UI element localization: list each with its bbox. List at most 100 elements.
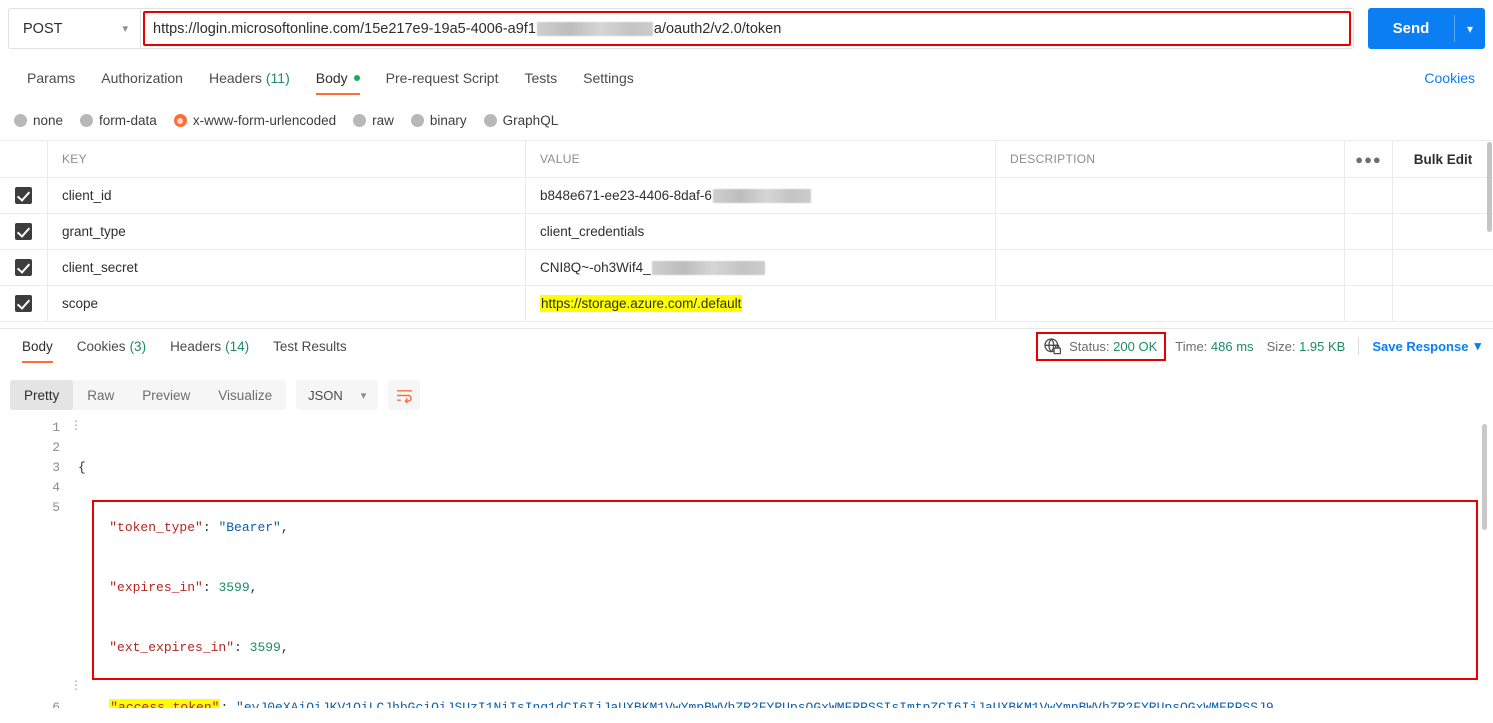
radio-binary-icon xyxy=(410,114,424,127)
radio-form-data[interactable]: form-data xyxy=(80,113,157,128)
viewer-mode-visualize[interactable]: Visualize xyxy=(204,380,286,410)
url-input[interactable]: https://login.microsoftonline.com/15e217… xyxy=(140,8,1354,49)
save-response-button[interactable]: Save Response ▾ xyxy=(1372,338,1481,354)
row-bulk-spacer xyxy=(1393,214,1493,249)
row-key[interactable]: client_id xyxy=(48,178,526,213)
row-key[interactable]: client_secret xyxy=(48,250,526,285)
size-label: Size: xyxy=(1266,338,1296,354)
row-description[interactable] xyxy=(996,286,1345,321)
viewer-mode-preview[interactable]: Preview xyxy=(128,380,204,410)
radio-none-icon xyxy=(14,114,27,127)
viewer-mode-raw[interactable]: Raw xyxy=(73,380,128,410)
row-key[interactable]: grant_type xyxy=(48,214,526,249)
wrap-lines-icon xyxy=(396,389,412,403)
tab-body[interactable]: Body xyxy=(303,57,373,98)
send-button[interactable]: Send ▾ xyxy=(1368,8,1485,49)
response-tab-cookies[interactable]: Cookies (3) xyxy=(65,329,158,365)
table-row[interactable]: client_id b848e671-ee23-4406-8daf-6 xyxy=(0,177,1493,214)
table-row[interactable]: scope https://storage.azure.com/.default xyxy=(0,285,1493,322)
radio-x-www-form-urlencoded[interactable]: x-www-form-urlencoded xyxy=(173,113,336,128)
table-header-row: KEY VALUE DESCRIPTION ●●● Bulk Edit xyxy=(0,140,1493,178)
header-value: VALUE xyxy=(526,141,996,177)
response-tab-cookies-count: (3) xyxy=(129,339,147,354)
code-scrollbar[interactable] xyxy=(1482,424,1487,530)
cookies-link[interactable]: Cookies xyxy=(1424,57,1475,98)
url-prefix: https://login.microsoftonline.com/15e217… xyxy=(153,20,536,37)
json-key-expires-in: "expires_in" xyxy=(109,580,203,595)
row-options-spacer xyxy=(1345,286,1393,321)
json-value-access-token-part: "eyJ0eXAiOiJKV1QiLCJhbGciOiJSUzI1NiIsIng… xyxy=(236,700,1282,708)
line-number: 3 xyxy=(52,460,60,475)
table-row[interactable]: grant_type client_credentials xyxy=(0,213,1493,250)
status-label: Status: xyxy=(1069,338,1110,354)
row-options-spacer xyxy=(1345,178,1393,213)
request-tabs: Params Authorization Headers (11) Body Pr… xyxy=(0,57,1493,98)
tab-tests[interactable]: Tests xyxy=(511,57,570,98)
response-body-code[interactable]: 1 2 3 4 5 6 { "token_type": "Bearer", "e… xyxy=(0,418,1493,708)
row-description[interactable] xyxy=(996,214,1345,249)
row-description[interactable] xyxy=(996,250,1345,285)
table-scrollbar[interactable] xyxy=(1487,142,1492,232)
row-bulk-spacer xyxy=(1393,178,1493,213)
tab-authorization[interactable]: Authorization xyxy=(88,57,196,98)
colon: : xyxy=(234,640,250,655)
json-value-ext-expires-in: 3599 xyxy=(249,640,281,655)
row-value[interactable]: b848e671-ee23-4406-8daf-6 xyxy=(526,178,996,213)
row-value-redaction xyxy=(712,188,811,203)
row-checkbox[interactable] xyxy=(0,250,48,285)
tab-pre-request-script[interactable]: Pre-request Script xyxy=(373,57,512,98)
colon: : xyxy=(220,700,237,708)
viewer-mode-pretty[interactable]: Pretty xyxy=(10,380,74,410)
json-value-expires-in: 3599 xyxy=(218,580,250,595)
send-options-chevron-icon[interactable]: ▾ xyxy=(1455,8,1485,49)
radio-none-label: none xyxy=(33,113,64,128)
url-value: https://login.microsoftonline.com/15e217… xyxy=(141,21,781,37)
checkbox-checked-icon xyxy=(15,259,32,276)
time-text: Time: 486 ms xyxy=(1175,339,1253,354)
row-checkbox[interactable] xyxy=(0,178,48,213)
body-params-table: KEY VALUE DESCRIPTION ●●● Bulk Edit clie… xyxy=(0,140,1493,322)
word-wrap-button[interactable] xyxy=(388,380,421,410)
comma: , xyxy=(280,640,289,655)
radio-binary[interactable]: binary xyxy=(410,113,467,128)
fold-marker-open[interactable]: ⋮ xyxy=(70,418,82,433)
response-tab-body-label: Body xyxy=(22,339,53,354)
tab-body-label: Body xyxy=(315,69,348,86)
radio-form-data-icon xyxy=(80,114,94,127)
tab-params[interactable]: Params xyxy=(14,57,88,98)
tab-headers[interactable]: Headers (11) xyxy=(196,57,303,98)
response-format-select[interactable]: JSON ▾ xyxy=(296,380,379,410)
size-text: Size: 1.95 KB xyxy=(1267,339,1346,354)
bulk-edit-button[interactable]: Bulk Edit xyxy=(1393,141,1493,177)
radio-graphql[interactable]: GraphQL xyxy=(483,113,559,128)
row-checkbox[interactable] xyxy=(0,286,48,321)
response-tab-test-results[interactable]: Test Results xyxy=(261,329,359,365)
response-tab-headers[interactable]: Headers (14) xyxy=(158,329,261,365)
row-checkbox[interactable] xyxy=(0,214,48,249)
row-value[interactable]: https://storage.azure.com/.default xyxy=(526,286,996,321)
code-line-1: { xyxy=(78,458,1479,478)
fold-marker-close[interactable]: ⋮ xyxy=(70,678,82,693)
response-tab-body[interactable]: Body xyxy=(10,329,65,365)
status-value: 200 OK xyxy=(1113,338,1158,354)
tab-settings[interactable]: Settings xyxy=(570,57,647,98)
row-value[interactable]: client_credentials xyxy=(526,214,996,249)
radio-none[interactable]: none xyxy=(14,113,63,128)
radio-raw[interactable]: raw xyxy=(353,113,394,128)
table-options-icon[interactable]: ●●● xyxy=(1345,141,1393,177)
row-value[interactable]: CNI8Q~-oh3Wif4_ xyxy=(526,250,996,285)
time-label: Time: xyxy=(1175,338,1208,354)
postman-window: POST ▾ https://login.microsoftonline.com… xyxy=(0,0,1493,723)
table-row[interactable]: client_secret CNI8Q~-oh3Wif4_ xyxy=(0,249,1493,286)
row-key[interactable]: scope xyxy=(48,286,526,321)
code-line-4: "ext_expires_in": 3599, xyxy=(78,638,1479,658)
row-description[interactable] xyxy=(996,178,1345,213)
line-number: 6 xyxy=(52,700,60,708)
response-viewer-toolbar: Pretty Raw Preview Visualize JSON ▾ xyxy=(0,372,1493,418)
tab-settings-label: Settings xyxy=(583,69,634,86)
line-number-gutter: 1 2 3 4 5 6 xyxy=(0,418,74,708)
http-method-select[interactable]: POST ▾ xyxy=(8,8,140,49)
radio-graphql-label: GraphQL xyxy=(502,113,559,128)
radio-binary-label: binary xyxy=(429,113,467,128)
comma: , xyxy=(280,520,289,535)
